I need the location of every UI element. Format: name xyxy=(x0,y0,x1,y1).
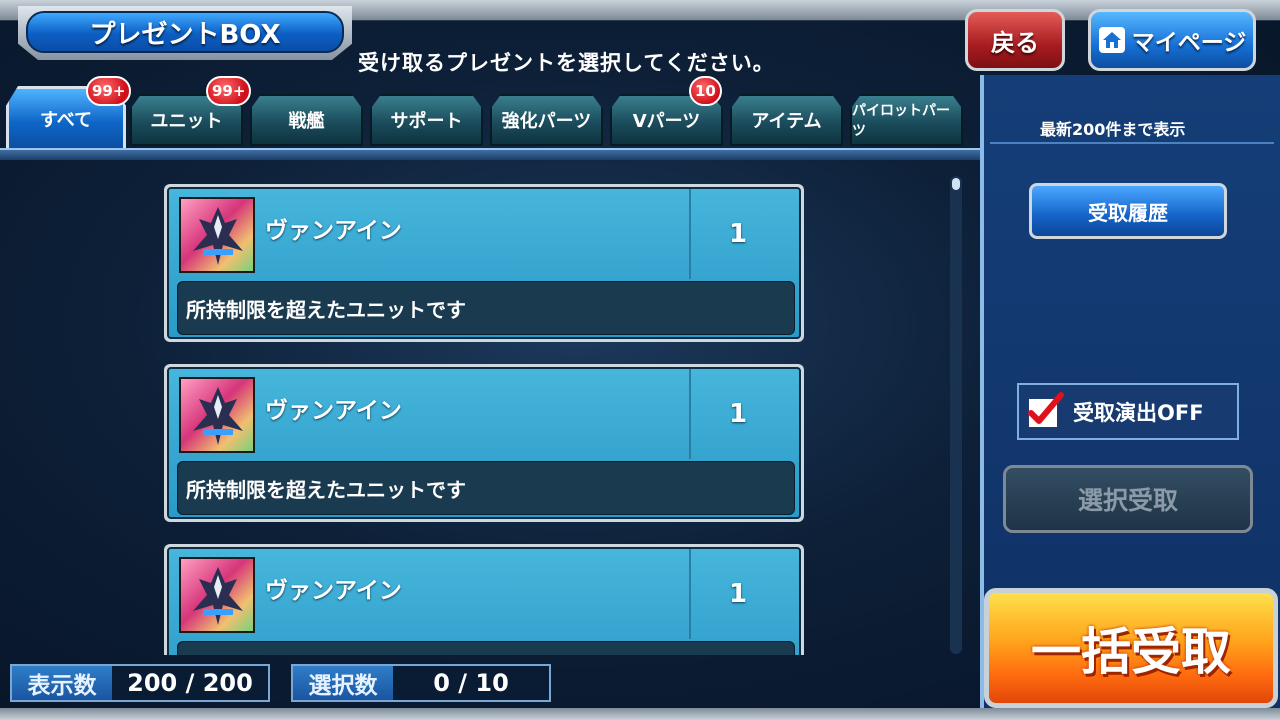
tab-unit-badge: 99+ xyxy=(206,76,252,106)
select-receive-button[interactable]: 選択受取 xyxy=(1003,465,1253,533)
tab-item[interactable]: アイテム xyxy=(730,94,843,146)
tab-label: サポート xyxy=(390,111,463,132)
robot-icon xyxy=(193,567,243,625)
scrollbar-thumb[interactable] xyxy=(952,178,960,190)
tab-label: 強化パーツ xyxy=(501,111,592,132)
bottom-frame xyxy=(0,708,1280,720)
history-button[interactable]: 受取履歴 xyxy=(1029,183,1227,239)
selected-count: 選択数 0 / 10 xyxy=(291,664,551,702)
selected-count-value: 0 / 10 xyxy=(433,669,509,697)
list-item[interactable]: ヴァンアイン 1 所持制限を超えたユニットです xyxy=(164,364,804,522)
effect-off-toggle[interactable]: 受取演出OFF xyxy=(1017,383,1239,440)
divider xyxy=(689,549,691,639)
divider xyxy=(689,369,691,459)
instruction-text: 受け取るプレゼントを選択してください。 xyxy=(358,51,775,75)
tab-battleship[interactable]: 戦艦 xyxy=(250,94,363,146)
unit-thumbnail xyxy=(179,557,255,633)
tab-label: アイテム xyxy=(751,111,822,132)
selected-count-label: 選択数 xyxy=(293,666,393,700)
robot-icon xyxy=(193,387,243,445)
tab-label: ユニット xyxy=(150,111,223,132)
item-name: ヴァンアイン xyxy=(265,398,402,424)
display-count: 表示数 200 / 200 xyxy=(10,664,270,702)
scrollbar-track[interactable] xyxy=(950,176,962,654)
back-button[interactable]: 戻る xyxy=(965,9,1065,71)
item-note xyxy=(177,641,795,655)
tab-label: 戦艦 xyxy=(288,111,325,132)
tab-v-parts-badge: 10 xyxy=(689,76,722,106)
item-name: ヴァンアイン xyxy=(265,218,402,244)
mypage-label: マイページ xyxy=(1131,30,1247,56)
tab-pilot-parts[interactable]: パイロットパーツ xyxy=(850,94,963,146)
list-item[interactable]: ヴァンアイン 1 xyxy=(164,544,804,655)
page-title: プレゼントBOX xyxy=(26,11,344,53)
tab-label: Vパーツ xyxy=(632,111,701,132)
unit-thumbnail xyxy=(179,197,255,273)
item-quantity: 1 xyxy=(729,399,748,429)
home-icon xyxy=(1098,27,1125,53)
effect-off-checkbox[interactable] xyxy=(1025,391,1067,433)
tab-label: パイロットパーツ xyxy=(852,103,950,139)
display-limit-info: 最新200件まで表示 xyxy=(1040,120,1186,139)
tab-bar-underline xyxy=(0,148,980,160)
present-list[interactable]: ヴァンアイン 1 所持制限を超えたユニットです ヴァンアイン 1 所持制限を超え… xyxy=(0,160,960,655)
tab-label: すべて xyxy=(39,110,93,131)
item-quantity: 1 xyxy=(729,579,748,609)
robot-icon xyxy=(193,207,243,265)
unit-thumbnail xyxy=(179,377,255,453)
divider xyxy=(689,189,691,279)
tab-enhance-parts[interactable]: 強化パーツ xyxy=(490,94,603,146)
bulk-receive-button[interactable]: 一括受取 xyxy=(984,588,1278,708)
checkmark-icon xyxy=(1028,391,1064,424)
item-note: 所持制限を超えたユニットです xyxy=(177,281,795,335)
list-item[interactable]: ヴァンアイン 1 所持制限を超えたユニットです xyxy=(164,184,804,342)
item-note: 所持制限を超えたユニットです xyxy=(177,461,795,515)
tab-all-badge: 99+ xyxy=(86,76,132,106)
mypage-button[interactable]: マイページ xyxy=(1088,9,1256,71)
item-name: ヴァンアイン xyxy=(265,578,402,604)
item-quantity: 1 xyxy=(729,219,748,249)
tab-support[interactable]: サポート xyxy=(370,94,483,146)
divider xyxy=(990,142,1274,144)
display-count-label: 表示数 xyxy=(12,666,112,700)
display-count-value: 200 / 200 xyxy=(127,669,253,697)
effect-off-label: 受取演出OFF xyxy=(1073,400,1204,425)
